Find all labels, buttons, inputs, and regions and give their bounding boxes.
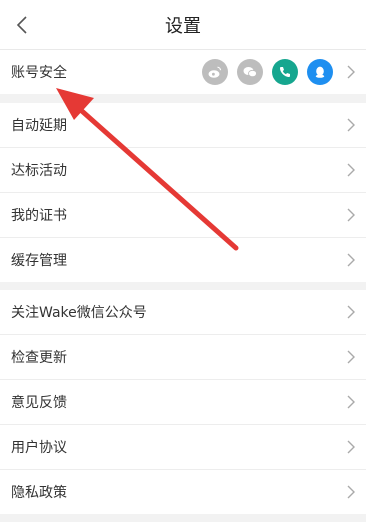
settings-row-privacy-policy[interactable]: 隐私政策 [0, 470, 366, 514]
settings-row-cache-management[interactable]: 缓存管理 [0, 238, 366, 282]
row-label: 检查更新 [11, 350, 67, 366]
chevron-right-icon [346, 350, 356, 364]
header-bar: 设置 [0, 0, 366, 50]
row-label: 用户协议 [11, 440, 67, 456]
row-label: 自动延期 [11, 118, 67, 134]
page-title: 设置 [165, 15, 201, 37]
chevron-right-icon [346, 485, 356, 499]
about-section: 关注Wake微信公众号 检查更新 意见反馈 用户协议 隐私政策 [0, 290, 366, 514]
settings-row-my-certificates[interactable]: 我的证书 [0, 193, 366, 238]
chevron-right-icon [346, 395, 356, 409]
wechat-icon [237, 59, 263, 85]
chevron-right-icon [346, 440, 356, 454]
bound-accounts [202, 59, 333, 85]
row-label: 意见反馈 [11, 395, 67, 411]
chevron-right-icon [346, 163, 356, 177]
row-label: 缓存管理 [11, 253, 67, 269]
qq-icon [307, 59, 333, 85]
settings-row-user-agreement[interactable]: 用户协议 [0, 425, 366, 470]
chevron-right-icon [346, 208, 356, 222]
chevron-right-icon [346, 305, 356, 319]
account-section: 账号安全 [0, 50, 366, 94]
settings-row-check-update[interactable]: 检查更新 [0, 335, 366, 380]
settings-row-feedback[interactable]: 意见反馈 [0, 380, 366, 425]
row-label: 我的证书 [11, 208, 67, 224]
row-label: 关注Wake微信公众号 [11, 305, 147, 321]
row-label: 账号安全 [11, 65, 67, 81]
settings-row-account-security[interactable]: 账号安全 [0, 50, 366, 94]
chevron-right-icon [346, 118, 356, 132]
phone-icon [272, 59, 298, 85]
chevron-right-icon [346, 65, 356, 79]
weibo-icon [202, 59, 228, 85]
settings-row-goal-activity[interactable]: 达标活动 [0, 148, 366, 193]
row-label: 隐私政策 [11, 485, 67, 501]
row-label: 达标活动 [11, 163, 67, 179]
chevron-right-icon [346, 253, 356, 267]
general-section: 自动延期 达标活动 我的证书 缓存管理 [0, 103, 366, 282]
settings-row-auto-extend[interactable]: 自动延期 [0, 103, 366, 148]
settings-row-follow-wechat[interactable]: 关注Wake微信公众号 [0, 290, 366, 335]
